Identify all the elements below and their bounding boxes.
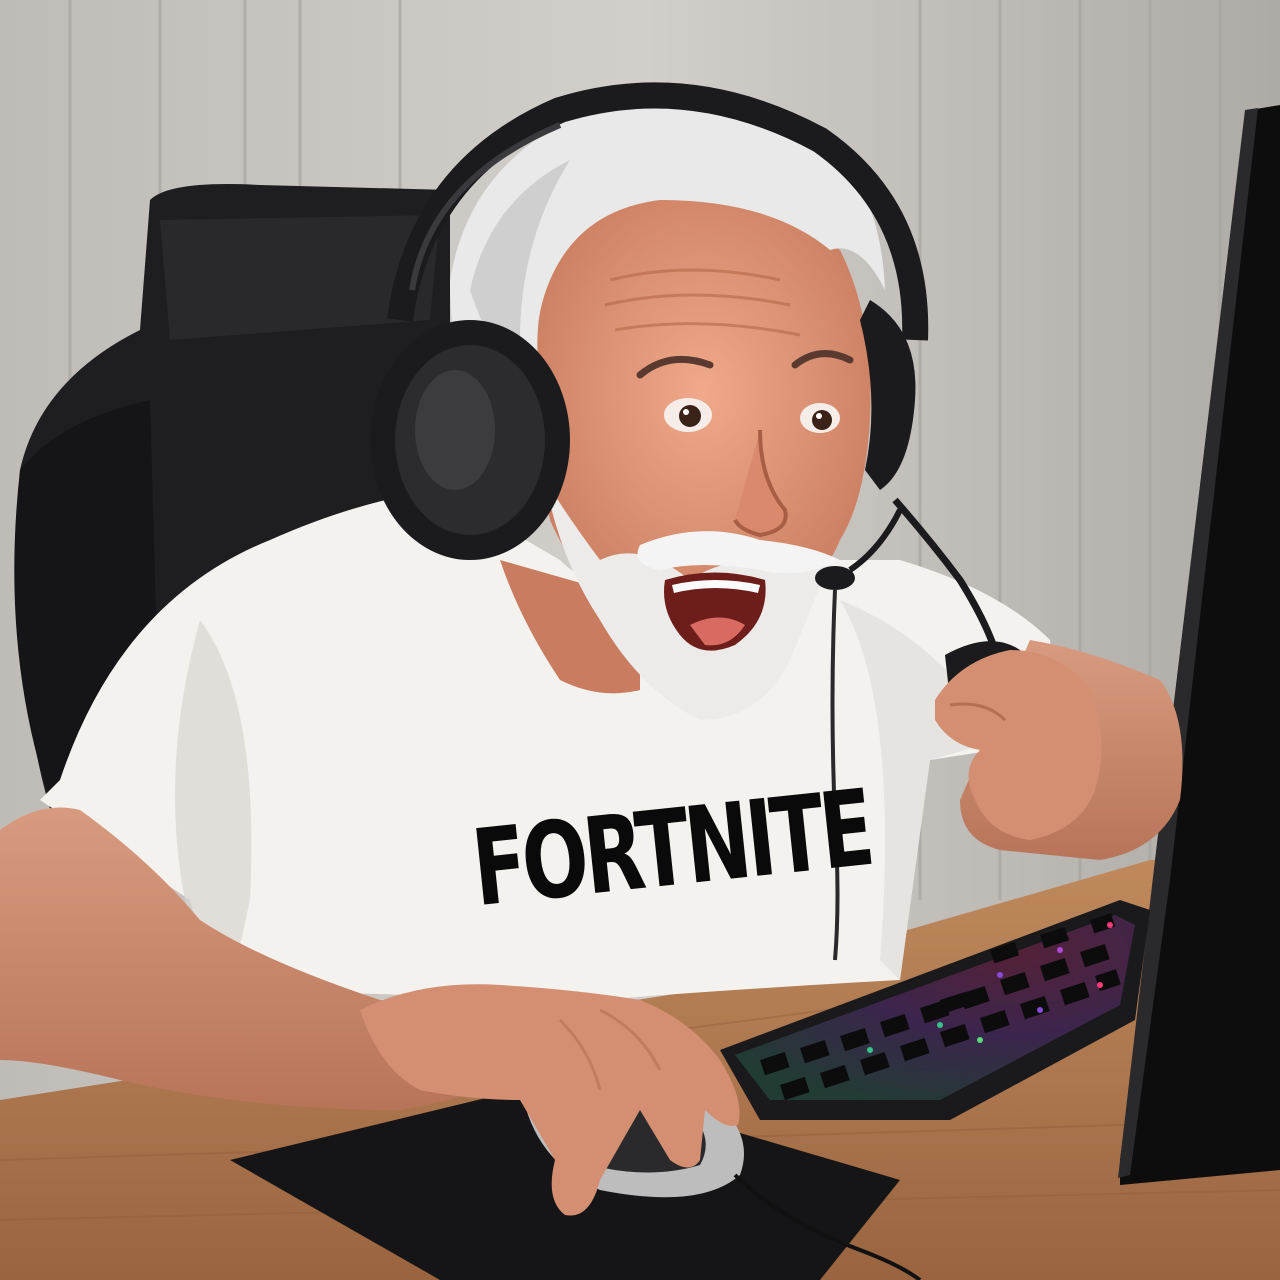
scene-illustration [0, 0, 1280, 1280]
left-eye [664, 398, 712, 432]
right-eye [800, 403, 840, 433]
photo-scene: FORTNITE [0, 0, 1280, 1280]
shirt-logo-text: FORTNITE [467, 768, 876, 931]
